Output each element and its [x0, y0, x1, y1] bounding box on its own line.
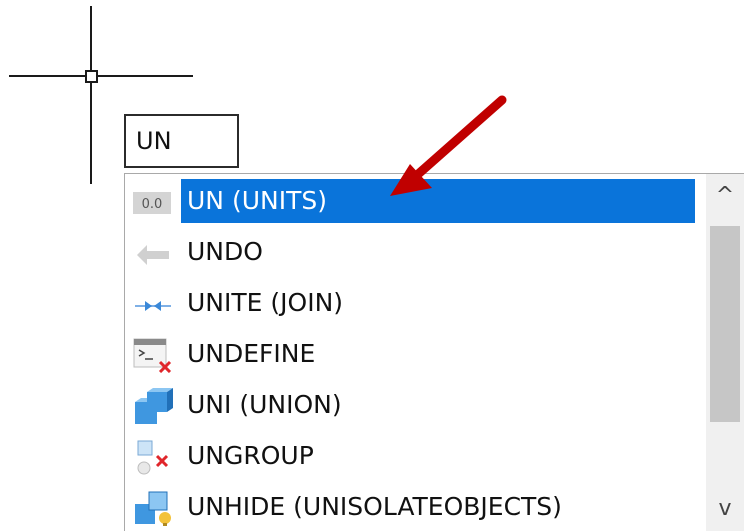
drawing-canvas[interactable]: 0.0 UN (UNITS) UNDO UNITE [0, 0, 744, 531]
union-solid-icon [131, 388, 175, 424]
undefine-command-icon [131, 337, 175, 374]
scroll-down-arrow-icon[interactable]: v [706, 487, 744, 531]
list-item-union[interactable]: UNI (UNION) [125, 380, 707, 431]
list-item-label: UNDO [187, 237, 263, 266]
list-item-label: UNHIDE (UNISOLATEOBJECTS) [187, 492, 562, 521]
command-autocomplete-list[interactable]: 0.0 UN (UNITS) UNDO UNITE (JOIN) UNDEFIN… [124, 173, 744, 531]
list-item-label: UNI (UNION) [187, 390, 342, 419]
list-item-unite-join[interactable]: UNITE (JOIN) [125, 278, 707, 329]
list-item-undefine[interactable]: UNDEFINE [125, 329, 707, 380]
crosshair-vertical-line [90, 6, 92, 184]
crosshair-pickbox [85, 70, 98, 83]
join-icon [131, 286, 175, 322]
scroll-up-arrow-icon[interactable]: ^ [706, 174, 744, 218]
list-item-unhide[interactable]: UNHIDE (UNISOLATEOBJECTS) [125, 482, 707, 531]
ungroup-icon [131, 439, 175, 475]
list-item-ungroup[interactable]: UNGROUP [125, 431, 707, 482]
units-icon: 0.0 [131, 184, 175, 220]
list-item-label: UNGROUP [187, 441, 314, 470]
list-item-undo[interactable]: UNDO [125, 227, 707, 278]
undo-arrow-icon [131, 235, 175, 271]
crosshair-horizontal-line [9, 75, 193, 77]
scroll-thumb[interactable] [710, 226, 740, 422]
svg-text:0.0: 0.0 [142, 197, 163, 212]
list-item-label: UNDEFINE [187, 339, 316, 368]
unhide-objects-icon [131, 490, 175, 526]
list-scrollbar[interactable]: ^ v [706, 174, 744, 531]
annotation-arrow-icon [390, 95, 507, 196]
command-input[interactable] [124, 114, 239, 168]
list-item-label: UNITE (JOIN) [187, 288, 344, 317]
